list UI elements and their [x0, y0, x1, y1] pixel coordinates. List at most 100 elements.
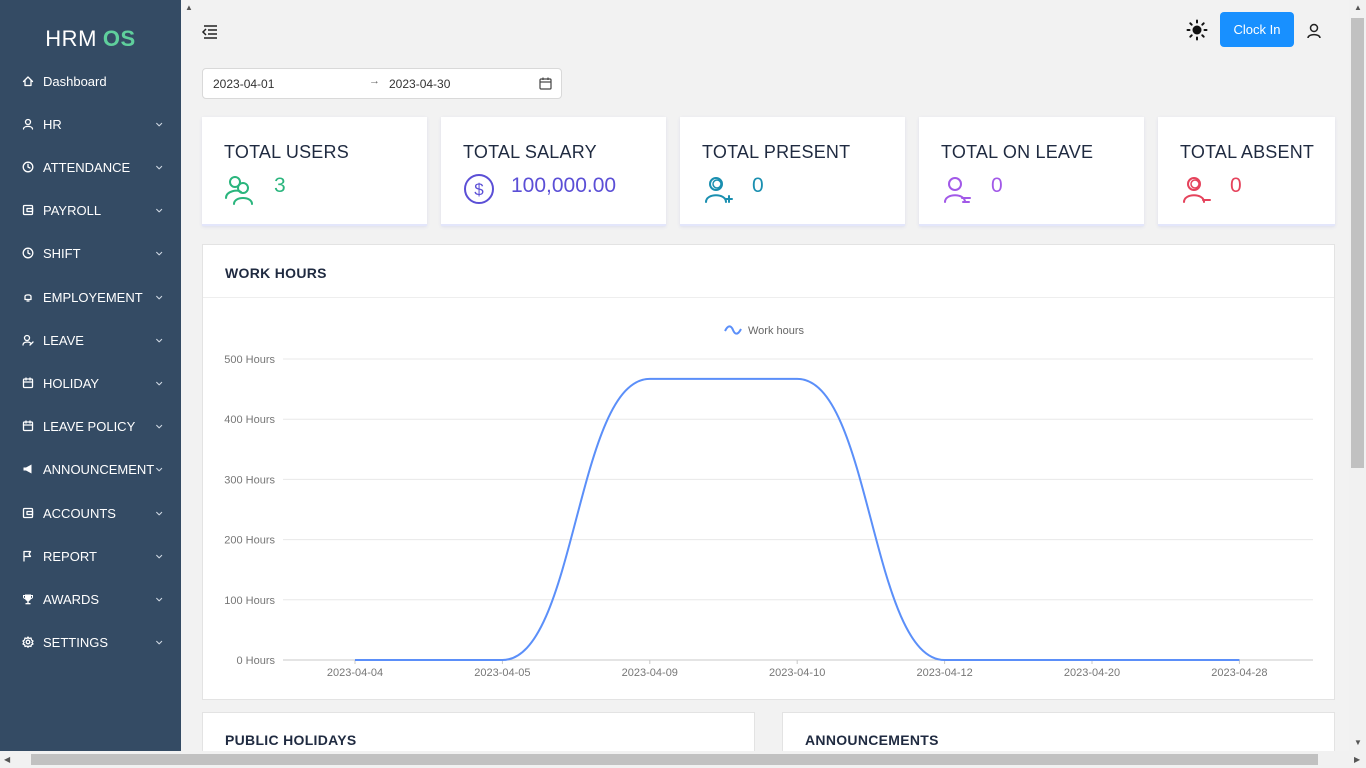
- scroll-up-icon[interactable]: ▲: [1354, 3, 1362, 12]
- y-tick-label: 300 Hours: [224, 474, 275, 486]
- user-leave-icon: [941, 173, 973, 205]
- sun-icon[interactable]: [1185, 18, 1209, 42]
- sidebar-item-label: AWARDS: [43, 591, 100, 607]
- sidebar-item-label: REPORT: [43, 548, 97, 564]
- sidebar-item-label: LEAVE POLICY: [43, 418, 136, 434]
- chevron-down-icon[interactable]: [155, 550, 165, 560]
- sidebar-item-payroll[interactable]: PAYROLL: [0, 195, 181, 225]
- calendar-icon: [22, 420, 34, 432]
- chevron-down-icon[interactable]: [155, 463, 165, 473]
- stat-card-total-absent: TOTAL ABSENT 0: [1158, 117, 1335, 226]
- sidebar-item-awards[interactable]: AWARDS: [0, 584, 181, 614]
- y-tick-label: 0 Hours: [236, 655, 275, 667]
- x-tick-label: 2023-04-10: [769, 667, 825, 679]
- chevron-down-icon[interactable]: [155, 420, 165, 430]
- sidebar-item-dashboard[interactable]: Dashboard: [0, 66, 181, 96]
- stat-title: TOTAL ON LEAVE: [941, 142, 1094, 162]
- y-tick-label: 500 Hours: [224, 354, 275, 366]
- stat-value: 0: [991, 174, 1003, 197]
- stat-card-total-on-leave: TOTAL ON LEAVE 0: [919, 117, 1144, 226]
- y-tick-label: 400 Hours: [224, 414, 275, 426]
- vertical-scroll-thumb[interactable]: [1351, 18, 1364, 468]
- start-date-input[interactable]: 2023-04-01: [213, 77, 274, 91]
- legend-label: Work hours: [748, 325, 805, 337]
- work-hours-chart: 0 Hours 100 Hours 200 Hours 300 Hours 400 Ho…: [224, 325, 1313, 679]
- logo-accent: OS: [102, 26, 136, 51]
- user-leave-icon: [22, 334, 34, 346]
- sidebar-item-announcement[interactable]: ANNOUNCEMENT: [0, 454, 181, 484]
- trophy-icon: [22, 593, 34, 605]
- chevron-down-icon[interactable]: [155, 636, 165, 646]
- logo-text: HRM: [45, 26, 97, 51]
- sidebar-item-label: Dashboard: [43, 73, 107, 89]
- date-range-picker[interactable]: 2023-04-01 → 2023-04-30: [202, 68, 562, 99]
- sidebar-item-label: SETTINGS: [43, 634, 109, 650]
- sidebar-item-label: ANNOUNCEMENT: [43, 461, 155, 477]
- wallet-icon: [22, 204, 34, 216]
- sidebar-item-label: LEAVE: [43, 332, 84, 348]
- calendar-icon: [22, 377, 34, 389]
- range-separator: →: [369, 75, 380, 87]
- inner-scroll-up-icon[interactable]: ▲: [185, 3, 193, 12]
- stat-title: TOTAL PRESENT: [702, 142, 851, 162]
- chevron-down-icon[interactable]: [155, 118, 165, 128]
- chevron-down-icon[interactable]: [155, 334, 165, 344]
- megaphone-icon: [22, 463, 34, 475]
- work-hours-line: [355, 377, 1240, 662]
- clock-icon: [22, 247, 34, 259]
- chevron-down-icon[interactable]: [155, 377, 165, 387]
- users-icon: [224, 173, 256, 205]
- horizontal-scrollbar[interactable]: ◀ ▶: [0, 751, 1366, 768]
- x-tick-label: 2023-04-20: [1064, 667, 1120, 679]
- bell-icon: [22, 291, 34, 303]
- sidebar-item-label: ATTENDANCE: [43, 159, 131, 175]
- stat-title: TOTAL ABSENT: [1180, 142, 1315, 162]
- scroll-down-icon[interactable]: ▼: [1354, 738, 1362, 747]
- flag-icon: [22, 550, 34, 562]
- sidebar-item-report[interactable]: REPORT: [0, 541, 181, 571]
- clock-icon: [22, 161, 34, 173]
- calendar-icon[interactable]: [539, 77, 552, 90]
- stat-value: 0: [752, 174, 764, 197]
- home-icon: [22, 75, 34, 87]
- end-date-input[interactable]: 2023-04-30: [389, 77, 450, 91]
- chevron-down-icon[interactable]: [155, 204, 165, 214]
- stat-title: TOTAL USERS: [224, 142, 349, 162]
- y-tick-label: 200 Hours: [224, 535, 275, 547]
- sidebar-item-leave-policy[interactable]: LEAVE POLICY: [0, 411, 181, 441]
- sidebar-item-label: SHIFT: [43, 245, 81, 261]
- user-icon[interactable]: [1305, 22, 1323, 40]
- sidebar-item-holiday[interactable]: HOLIDAY: [0, 368, 181, 398]
- chevron-down-icon[interactable]: [155, 291, 165, 301]
- sidebar-item-hr[interactable]: HR: [0, 109, 181, 139]
- chevron-down-icon[interactable]: [155, 161, 165, 171]
- scroll-left-icon[interactable]: ◀: [4, 755, 10, 764]
- scroll-right-icon[interactable]: ▶: [1354, 755, 1360, 764]
- clock-in-button[interactable]: Clock In: [1220, 12, 1294, 47]
- sidebar-item-attendance[interactable]: ATTENDANCE: [0, 152, 181, 182]
- sidebar-item-accounts[interactable]: ACCOUNTS: [0, 498, 181, 528]
- chevron-down-icon[interactable]: [155, 507, 165, 517]
- menu-fold-icon[interactable]: [200, 23, 220, 41]
- sidebar-item-employement[interactable]: EMPLOYEMENT: [0, 282, 181, 312]
- user-add-icon: [702, 173, 734, 205]
- sidebar-item-shift[interactable]: SHIFT: [0, 238, 181, 268]
- dollar-icon: $: [463, 173, 495, 205]
- y-tick-label: 100 Hours: [224, 595, 275, 607]
- sidebar-item-settings[interactable]: SETTINGS: [0, 627, 181, 657]
- sidebar-item-label: EMPLOYEMENT: [43, 289, 143, 305]
- x-tick-label: 2023-04-28: [1211, 667, 1267, 679]
- gear-icon: [22, 636, 34, 648]
- horizontal-scroll-thumb[interactable]: [31, 754, 1318, 765]
- sidebar-item-label: HOLIDAY: [43, 375, 100, 391]
- stat-value: 0: [1230, 174, 1242, 197]
- vertical-scrollbar[interactable]: ▲ ▼: [1349, 0, 1366, 751]
- sidebar-item-label: HR: [43, 116, 62, 132]
- sidebar-item-label: PAYROLL: [43, 202, 102, 218]
- x-tick-label: 2023-04-05: [474, 667, 530, 679]
- sidebar-item-leave[interactable]: LEAVE: [0, 325, 181, 355]
- user-remove-icon: [1180, 173, 1212, 205]
- chevron-down-icon[interactable]: [155, 593, 165, 603]
- sidebar-item-label: ACCOUNTS: [43, 505, 116, 521]
- chevron-down-icon[interactable]: [155, 247, 165, 257]
